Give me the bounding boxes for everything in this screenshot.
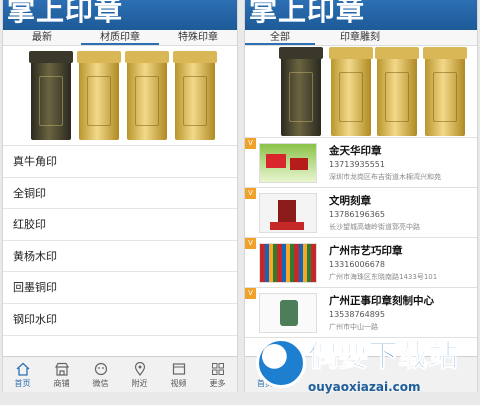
left-screen: 掌上印章 最新 材质印章 特殊印章 真牛角印 全铜印 红胶印 黄杨木印 回墨铜印… — [2, 0, 238, 392]
list-item[interactable]: V 金天华印章 13713935551 深圳市龙岗区布吉街道木棉湾兴和苑 — [245, 138, 477, 188]
list-item[interactable]: 钢印水印 — [3, 304, 237, 336]
nav-label: 商铺 — [53, 379, 70, 388]
app-title: 掌上印章 — [7, 0, 124, 27]
seal-image — [329, 47, 373, 136]
watermark-domain: ouyaoxiazai.com — [308, 380, 421, 394]
seal-image — [173, 51, 217, 140]
app-header: 掌上印章 — [3, 0, 237, 30]
nav-label: 附近 — [131, 379, 148, 388]
seal-banner[interactable] — [3, 46, 237, 146]
list-item[interactable]: 回墨铜印 — [3, 272, 237, 304]
nav-nearby[interactable]: 附近 — [120, 357, 159, 392]
list-item[interactable]: V 文明刻章 13786196365 长沙望城高塘岭街道郭亮中路 — [245, 188, 477, 238]
shop-thumbnail — [259, 243, 317, 283]
nav-video[interactable]: 视频 — [159, 357, 198, 392]
shop-name: 广州市艺巧印章 — [329, 245, 403, 257]
nav-more[interactable]: 更多 — [198, 357, 237, 392]
home-icon — [16, 362, 29, 376]
shop-thumbnail — [259, 143, 317, 183]
vip-badge: V — [245, 238, 256, 249]
wechat-icon — [94, 362, 107, 376]
nav-label: 首页 — [14, 379, 31, 388]
list-item[interactable]: 红胶印 — [3, 209, 237, 241]
shop-address: 长沙望城高塘岭街道郭亮中路 — [329, 223, 420, 231]
shop-name: 文明刻章 — [329, 195, 371, 207]
list-item[interactable]: 全铜印 — [3, 178, 237, 210]
vip-badge: V — [245, 288, 256, 299]
tab-seal-carving[interactable]: 印章雕刻 — [315, 30, 405, 45]
vip-badge: V — [245, 188, 256, 199]
shop-name: 金天华印章 — [329, 145, 382, 157]
vip-badge: V — [245, 138, 256, 149]
shop-phone: 13786196365 — [329, 210, 385, 219]
shop-name: 广州正事印章刻制中心 — [329, 295, 434, 307]
nav-label: 视频 — [170, 379, 187, 388]
app-header: 掌上印章 — [245, 0, 477, 30]
watermark-logo-icon — [256, 338, 306, 388]
tab-latest[interactable]: 最新 — [3, 30, 81, 45]
nav-label: 微信 — [92, 379, 109, 388]
tab-special-seals[interactable]: 特殊印章 — [159, 30, 237, 45]
shop-phone: 13316006678 — [329, 260, 385, 269]
shop-thumbnail — [259, 193, 317, 233]
nav-shop[interactable]: 商铺 — [42, 357, 81, 392]
category-tabs: 最新 材质印章 特殊印章 — [3, 30, 237, 46]
bottom-nav: 首页 商铺 微信 附近 视频 更多 — [3, 356, 237, 392]
seal-image — [125, 51, 169, 140]
shop-phone: 13538764895 — [329, 310, 385, 319]
shop-icon — [54, 362, 69, 376]
seal-image — [423, 47, 467, 136]
video-icon — [172, 363, 185, 375]
seal-image — [279, 47, 323, 136]
list-item[interactable]: 真牛角印 — [3, 146, 237, 178]
seal-image — [375, 47, 419, 136]
seal-image — [77, 51, 121, 140]
seal-banner[interactable] — [245, 46, 477, 138]
material-list: 真牛角印 全铜印 红胶印 黄杨木印 回墨铜印 钢印水印 — [3, 146, 237, 336]
list-item[interactable]: 黄杨木印 — [3, 241, 237, 273]
site-watermark: 偶要下载站 ouyaoxiazai.com — [256, 320, 480, 405]
shop-phone: 13713935551 — [329, 160, 385, 169]
list-item[interactable]: V 广州市艺巧印章 13316006678 广州市海珠区东晓南路1433号101 — [245, 238, 477, 288]
nav-home[interactable]: 首页 — [3, 357, 42, 392]
shop-list: V 金天华印章 13713935551 深圳市龙岗区布吉街道木棉湾兴和苑 V 文… — [245, 138, 477, 338]
watermark-title: 偶要下载站 — [308, 339, 459, 374]
nav-wechat[interactable]: 微信 — [81, 357, 120, 392]
nav-label: 更多 — [209, 379, 226, 388]
tab-all[interactable]: 全部 — [245, 30, 315, 45]
shop-address: 深圳市龙岗区布吉街道木棉湾兴和苑 — [329, 173, 441, 181]
seal-image — [29, 51, 73, 140]
location-pin-icon — [134, 362, 145, 376]
shop-tabs: 全部 印章雕刻 — [245, 30, 477, 46]
app-title: 掌上印章 — [249, 0, 366, 27]
grid-icon — [211, 363, 224, 375]
shop-address: 广州市海珠区东晓南路1433号101 — [329, 273, 438, 281]
tab-material-seals[interactable]: 材质印章 — [81, 30, 159, 45]
